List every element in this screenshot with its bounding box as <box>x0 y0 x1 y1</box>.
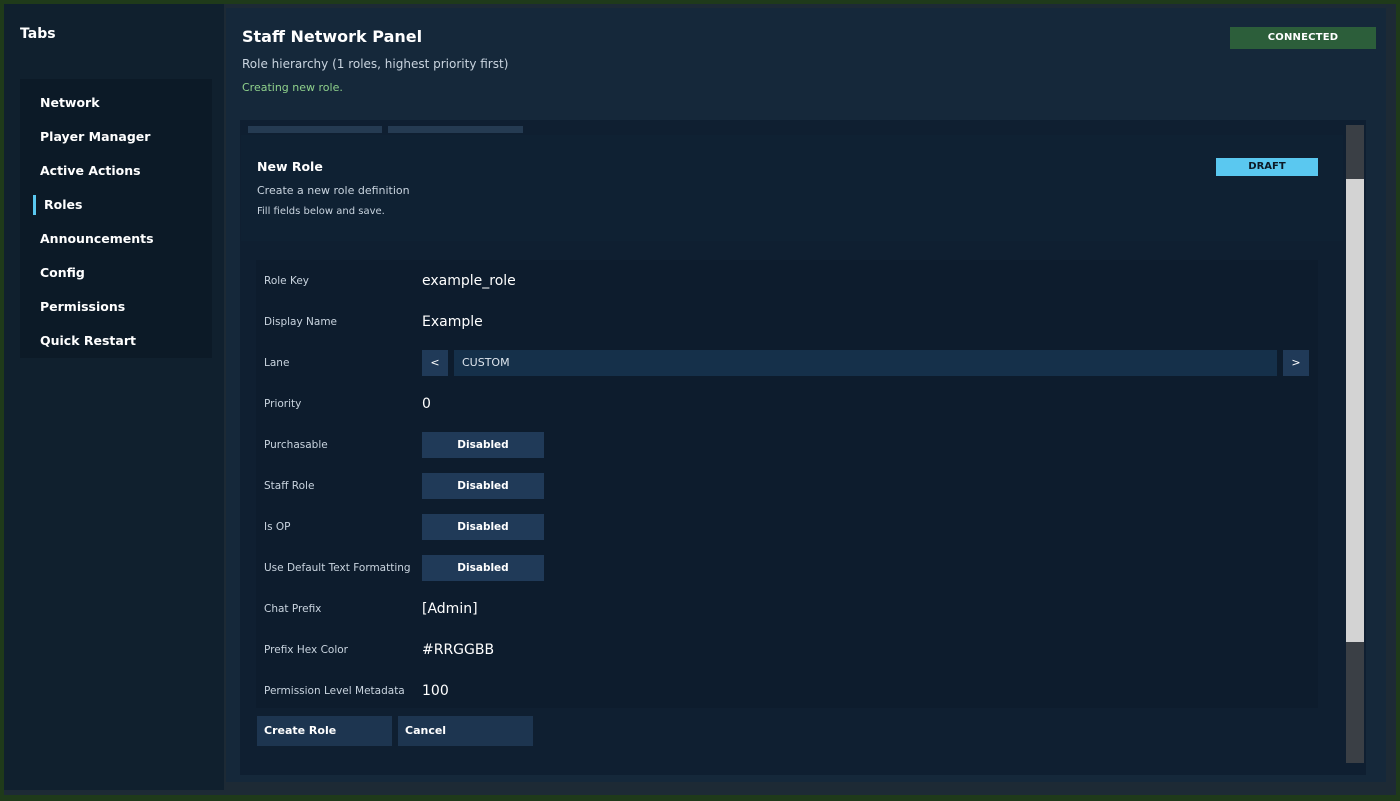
display-name-input[interactable]: Example <box>422 309 483 335</box>
sidebar-item-config[interactable]: Config <box>20 256 212 290</box>
field-chat-prefix: Chat Prefix [Admin] <box>256 596 1318 622</box>
form-title: New Role <box>257 159 323 174</box>
page-subtitle: Role hierarchy (1 roles, highest priorit… <box>242 57 509 71</box>
lane-value: CUSTOM <box>454 350 1277 376</box>
sidebar-item-permissions[interactable]: Permissions <box>20 290 212 324</box>
is-op-toggle[interactable]: Disabled <box>422 514 544 540</box>
field-label: Staff Role <box>264 480 315 492</box>
purchasable-toggle[interactable]: Disabled <box>422 432 544 458</box>
field-role-key: Role Key example_role <box>256 268 1318 294</box>
field-label: Display Name <box>264 316 338 328</box>
tab-stub-1[interactable] <box>248 126 382 133</box>
field-label: Use Default Text Formatting <box>264 562 411 574</box>
field-label: Permission Level Metadata <box>264 685 405 697</box>
content-area: New Role Create a new role definition Fi… <box>240 120 1366 775</box>
field-is-op: Is OP Disabled <box>256 514 1318 540</box>
lane-next-button[interactable]: > <box>1283 350 1309 376</box>
field-label: Purchasable <box>264 439 328 451</box>
prefix-hex-color-input[interactable]: #RRGGBB <box>422 637 494 663</box>
permission-level-input[interactable]: 100 <box>422 678 449 704</box>
field-label: Is OP <box>264 521 291 533</box>
field-staff-role: Staff Role Disabled <box>256 473 1318 499</box>
lane-prev-button[interactable]: < <box>422 350 448 376</box>
draft-badge: DRAFT <box>1216 158 1318 176</box>
main-panel: Staff Network Panel Role hierarchy (1 ro… <box>226 8 1386 782</box>
status-message: Creating new role. <box>242 81 343 94</box>
field-label: Chat Prefix <box>264 603 322 615</box>
field-default-text-formatting: Use Default Text Formatting Disabled <box>256 555 1318 581</box>
connection-status-badge: CONNECTED <box>1230 27 1376 49</box>
field-label: Prefix Hex Color <box>264 644 348 656</box>
page-title: Staff Network Panel <box>242 27 423 46</box>
field-purchasable: Purchasable Disabled <box>256 432 1318 458</box>
scrollbar-thumb[interactable] <box>1346 179 1364 642</box>
field-priority: Priority 0 <box>256 391 1318 417</box>
chat-prefix-input[interactable]: [Admin] <box>422 596 478 622</box>
role-key-input[interactable]: example_role <box>422 268 516 294</box>
sidebar-item-quick-restart[interactable]: Quick Restart <box>20 324 212 358</box>
field-label: Priority <box>264 398 302 410</box>
tab-stub-2[interactable] <box>388 126 523 133</box>
sidebar-item-network[interactable]: Network <box>20 86 212 120</box>
priority-input[interactable]: 0 <box>422 391 431 417</box>
form-hint: Fill fields below and save. <box>257 206 385 217</box>
default-text-formatting-toggle[interactable]: Disabled <box>422 555 544 581</box>
staff-role-toggle[interactable]: Disabled <box>422 473 544 499</box>
sidebar-item-player-manager[interactable]: Player Manager <box>20 120 212 154</box>
field-prefix-hex-color: Prefix Hex Color #RRGGBB <box>256 637 1318 663</box>
scrollbar[interactable] <box>1346 125 1364 763</box>
sidebar-nav: Network Player Manager Active Actions Ro… <box>20 79 212 358</box>
field-lane: Lane < CUSTOM > <box>256 350 1318 376</box>
form-header: New Role Create a new role definition Fi… <box>241 135 1343 241</box>
field-label: Role Key <box>264 275 309 287</box>
sidebar-item-roles[interactable]: Roles <box>20 188 212 222</box>
create-role-button[interactable]: Create Role <box>257 716 392 746</box>
form-description: Create a new role definition <box>257 184 410 197</box>
sidebar: Tabs Network Player Manager Active Actio… <box>4 4 224 790</box>
sidebar-title: Tabs <box>20 26 56 42</box>
sidebar-item-active-actions[interactable]: Active Actions <box>20 154 212 188</box>
field-label: Lane <box>264 357 290 369</box>
role-form-fields: Role Key example_role Display Name Examp… <box>256 260 1318 708</box>
field-display-name: Display Name Example <box>256 309 1318 335</box>
field-permission-level: Permission Level Metadata 100 <box>256 678 1318 704</box>
sidebar-item-announcements[interactable]: Announcements <box>20 222 212 256</box>
cancel-button[interactable]: Cancel <box>398 716 533 746</box>
